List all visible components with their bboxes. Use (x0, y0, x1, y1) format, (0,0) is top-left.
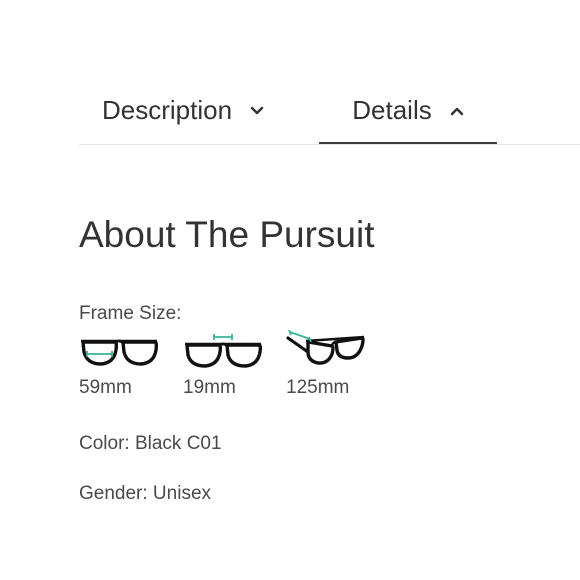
measurement-bridge-width: 19mm (183, 330, 273, 398)
tab-description[interactable]: Description (102, 78, 264, 143)
bridge-width-value: 19mm (183, 377, 236, 398)
lens-width-icon (79, 330, 169, 370)
chevron-down-icon (250, 106, 264, 116)
tab-description-label: Description (102, 95, 233, 125)
color-attribute: Color: Black C01 (79, 433, 222, 454)
product-details-panel: Description Details About The Pursuit Fr… (0, 0, 580, 580)
tab-bar: Description Details (79, 78, 580, 145)
gender-attribute: Gender: Unisex (79, 483, 212, 504)
measurement-lens-width: 59mm (79, 330, 169, 398)
section-title: About The Pursuit (79, 214, 375, 255)
tab-details[interactable]: Details (319, 78, 497, 144)
tab-details-label: Details (352, 95, 432, 125)
lens-width-value: 59mm (79, 377, 132, 398)
bridge-width-icon (183, 330, 273, 370)
frame-size-label: Frame Size: (79, 303, 182, 324)
temple-length-icon (286, 330, 376, 370)
temple-length-value: 125mm (286, 377, 350, 398)
measurement-temple-length: 125mm (286, 330, 376, 398)
chevron-up-icon (450, 106, 464, 116)
